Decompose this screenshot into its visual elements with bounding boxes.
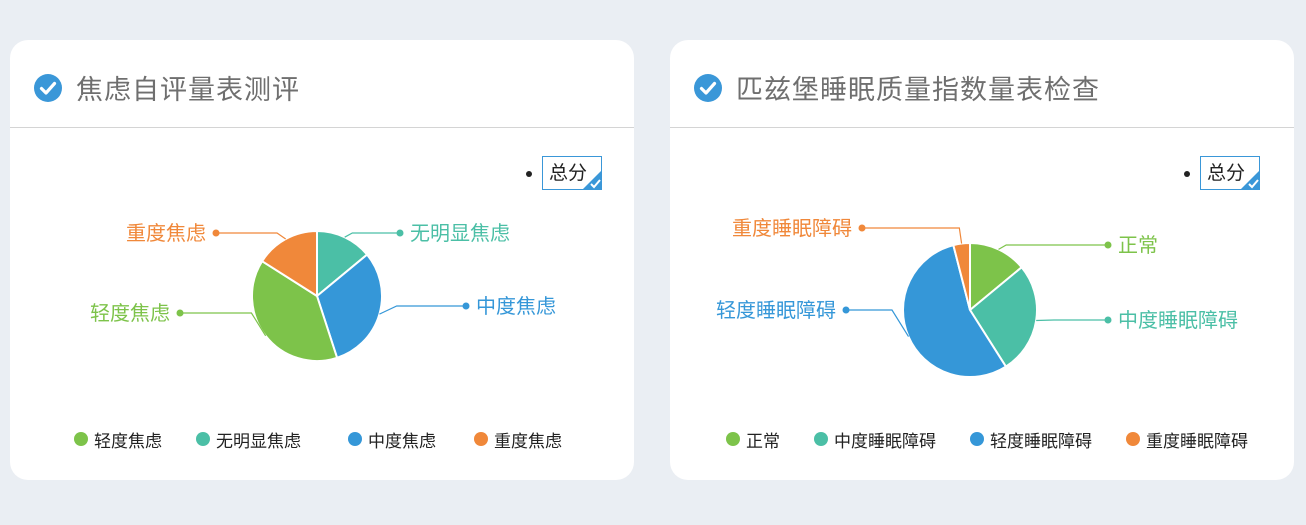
slice-label: 中度焦虑 (476, 294, 556, 318)
slice-label: 中度睡眠障碍 (1118, 308, 1238, 332)
legend-dot (1126, 432, 1140, 446)
sleep-quality-chart-panel: 匹兹堡睡眠质量指数量表检查 总分 正常 中度睡眠障碍 轻度睡眠障碍 重度睡眠障碍 正常… (670, 40, 1294, 480)
legend-label: 中度睡眠障碍 (834, 432, 936, 452)
legend-dot (74, 432, 88, 446)
callout-dot (1104, 316, 1112, 324)
legend-label: 重度焦虑 (494, 432, 562, 452)
anxiety-pie-chart: 无明显焦虑中度焦虑 轻度焦虑 重度焦虑 (90, 221, 556, 362)
legend-dot (970, 432, 984, 446)
legend-label: 正常 (746, 432, 780, 452)
callout-dot (176, 309, 184, 317)
legend-label: 中度焦虑 (368, 432, 436, 452)
callout-dot (462, 302, 470, 310)
legend-dot (348, 432, 362, 446)
legend-dot (726, 432, 740, 446)
slice-label: 正常 (1118, 233, 1158, 257)
callout-line (344, 232, 400, 238)
slice-label: 轻度焦虑 (90, 301, 170, 325)
callout-dot (1104, 241, 1112, 249)
anxiety-chart-panel: 焦虑自评量表测评 总分 无明显焦虑 中度焦虑 轻度焦虑 重度焦虑 轻度焦虑 无明显焦虑… (10, 40, 634, 480)
callout-line (998, 244, 1108, 250)
callout-line (216, 232, 287, 240)
legend-label: 轻度睡眠障碍 (990, 432, 1092, 452)
legend-dot (814, 432, 828, 446)
slice-label: 轻度睡眠障碍 (716, 298, 836, 322)
callout-dot (396, 229, 404, 237)
chart-legend: 轻度焦虑 无明显焦虑 中度焦虑 重度焦虑 (10, 426, 634, 452)
legend-label: 轻度焦虑 (94, 432, 162, 452)
legend-label: 重度睡眠障碍 (1146, 432, 1248, 452)
slice-label: 重度焦虑 (126, 221, 206, 245)
callout-dot (212, 229, 220, 237)
callout-line (846, 309, 910, 337)
legend-dot (196, 432, 210, 446)
callout-line (379, 305, 466, 315)
sleep-quality-pie-chart: 正常中度睡眠障碍 轻度睡眠障碍 重度睡眠障碍 (716, 216, 1238, 378)
legend-dot (474, 432, 488, 446)
callout-dot (842, 306, 850, 314)
slice-label: 无明显焦虑 (410, 221, 510, 245)
chart-legend: 正常 中度睡眠障碍 轻度睡眠障碍 重度睡眠障碍 (670, 426, 1294, 452)
callout-line (862, 227, 963, 244)
callout-dot (858, 224, 866, 232)
slice-label: 重度睡眠障碍 (732, 216, 852, 240)
callout-line (180, 312, 267, 337)
legend-label: 无明显焦虑 (216, 432, 301, 452)
